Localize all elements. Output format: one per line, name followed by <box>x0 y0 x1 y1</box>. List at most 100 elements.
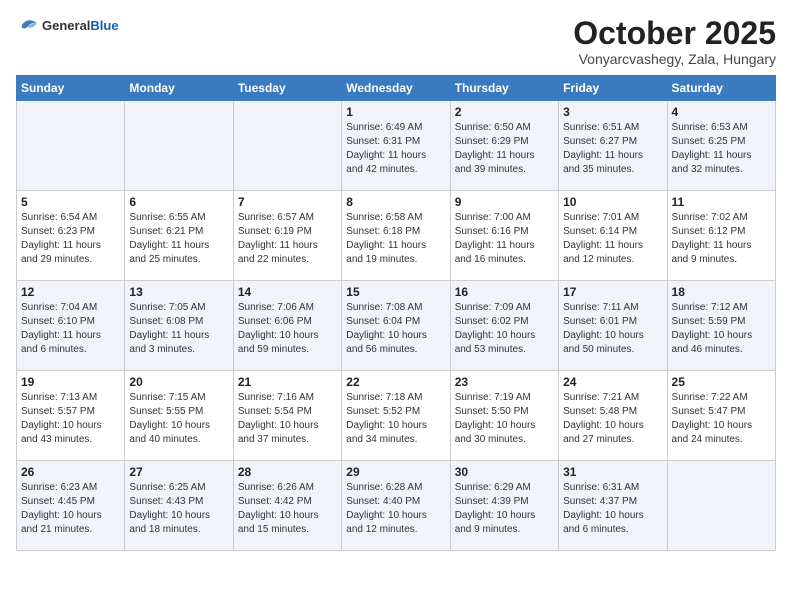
logo-icon <box>16 16 38 34</box>
day-info: Sunrise: 7:09 AMSunset: 6:02 PMDaylight:… <box>455 301 554 357</box>
calendar-cell: 12 Sunrise: 7:04 AMSunset: 6:10 PMDayligh… <box>17 281 125 371</box>
day-info: Sunrise: 6:28 AMSunset: 4:40 PMDaylight:… <box>346 481 445 537</box>
logo-blue-text: Blue <box>90 18 118 33</box>
day-header-wednesday: Wednesday <box>342 76 450 101</box>
day-number: 29 <box>346 465 445 479</box>
calendar-body: 1 Sunrise: 6:49 AMSunset: 6:31 PMDaylight… <box>17 101 776 551</box>
logo-general-text: General <box>42 18 90 33</box>
day-number: 9 <box>455 195 554 209</box>
day-info: Sunrise: 7:11 AMSunset: 6:01 PMDaylight:… <box>563 301 662 357</box>
day-info: Sunrise: 7:18 AMSunset: 5:52 PMDaylight:… <box>346 391 445 447</box>
day-number: 8 <box>346 195 445 209</box>
day-number: 24 <box>563 375 662 389</box>
day-number: 4 <box>672 105 771 119</box>
day-info: Sunrise: 7:21 AMSunset: 5:48 PMDaylight:… <box>563 391 662 447</box>
calendar-cell: 2 Sunrise: 6:50 AMSunset: 6:29 PMDaylight… <box>450 101 558 191</box>
day-header-sunday: Sunday <box>17 76 125 101</box>
day-info: Sunrise: 7:08 AMSunset: 6:04 PMDaylight:… <box>346 301 445 357</box>
page-header: General Blue October 2025 Vonyarcvashegy… <box>16 16 776 67</box>
day-number: 5 <box>21 195 120 209</box>
day-number: 10 <box>563 195 662 209</box>
calendar-cell: 27Sunrise: 6:25 AMSunset: 4:43 PMDayligh… <box>125 461 233 551</box>
day-info: Sunrise: 7:02 AMSunset: 6:12 PMDaylight:… <box>672 211 771 267</box>
day-number: 20 <box>129 375 228 389</box>
day-number: 2 <box>455 105 554 119</box>
day-info: Sunrise: 7:19 AMSunset: 5:50 PMDaylight:… <box>455 391 554 447</box>
logo: General Blue <box>16 16 119 34</box>
calendar-cell: 9 Sunrise: 7:00 AMSunset: 6:16 PMDaylight… <box>450 191 558 281</box>
day-header-tuesday: Tuesday <box>233 76 341 101</box>
day-number: 22 <box>346 375 445 389</box>
calendar-cell <box>125 101 233 191</box>
day-info: Sunrise: 6:23 AMSunset: 4:45 PMDaylight:… <box>21 481 120 537</box>
calendar-cell: 28Sunrise: 6:26 AMSunset: 4:42 PMDayligh… <box>233 461 341 551</box>
day-header-monday: Monday <box>125 76 233 101</box>
day-number: 23 <box>455 375 554 389</box>
day-number: 19 <box>21 375 120 389</box>
location-subtitle: Vonyarcvashegy, Zala, Hungary <box>573 51 776 67</box>
day-number: 14 <box>238 285 337 299</box>
calendar-cell: 5 Sunrise: 6:54 AMSunset: 6:23 PMDaylight… <box>17 191 125 281</box>
day-info: Sunrise: 6:58 AMSunset: 6:18 PMDaylight:… <box>346 211 445 267</box>
day-header-friday: Friday <box>559 76 667 101</box>
calendar-cell: 7 Sunrise: 6:57 AMSunset: 6:19 PMDaylight… <box>233 191 341 281</box>
day-number: 15 <box>346 285 445 299</box>
day-number: 17 <box>563 285 662 299</box>
calendar-cell: 22 Sunrise: 7:18 AMSunset: 5:52 PMDayligh… <box>342 371 450 461</box>
day-info: Sunrise: 7:05 AMSunset: 6:08 PMDaylight:… <box>129 301 228 357</box>
calendar-cell: 13 Sunrise: 7:05 AMSunset: 6:08 PMDayligh… <box>125 281 233 371</box>
day-info: Sunrise: 6:54 AMSunset: 6:23 PMDaylight:… <box>21 211 120 267</box>
calendar-week-row: 5 Sunrise: 6:54 AMSunset: 6:23 PMDaylight… <box>17 191 776 281</box>
calendar-cell: 23 Sunrise: 7:19 AMSunset: 5:50 PMDayligh… <box>450 371 558 461</box>
calendar-cell: 10Sunrise: 7:01 AMSunset: 6:14 PMDayligh… <box>559 191 667 281</box>
month-title: October 2025 <box>573 16 776 51</box>
day-number: 13 <box>129 285 228 299</box>
calendar-week-row: 26 Sunrise: 6:23 AMSunset: 4:45 PMDayligh… <box>17 461 776 551</box>
day-number: 30 <box>455 465 554 479</box>
day-number: 16 <box>455 285 554 299</box>
day-info: Sunrise: 7:22 AMSunset: 5:47 PMDaylight:… <box>672 391 771 447</box>
day-info: Sunrise: 6:53 AMSunset: 6:25 PMDaylight:… <box>672 121 771 177</box>
calendar-cell <box>17 101 125 191</box>
calendar-cell: 25 Sunrise: 7:22 AMSunset: 5:47 PMDayligh… <box>667 371 775 461</box>
calendar-cell: 26 Sunrise: 6:23 AMSunset: 4:45 PMDayligh… <box>17 461 125 551</box>
day-info: Sunrise: 6:49 AMSunset: 6:31 PMDaylight:… <box>346 121 445 177</box>
day-info: Sunrise: 6:57 AMSunset: 6:19 PMDaylight:… <box>238 211 337 267</box>
calendar-cell: 20Sunrise: 7:15 AMSunset: 5:55 PMDayligh… <box>125 371 233 461</box>
calendar-cell: 19Sunrise: 7:13 AMSunset: 5:57 PMDayligh… <box>17 371 125 461</box>
day-info: Sunrise: 6:50 AMSunset: 6:29 PMDaylight:… <box>455 121 554 177</box>
calendar-cell: 24 Sunrise: 7:21 AMSunset: 5:48 PMDayligh… <box>559 371 667 461</box>
calendar-week-row: 19Sunrise: 7:13 AMSunset: 5:57 PMDayligh… <box>17 371 776 461</box>
day-info: Sunrise: 6:25 AMSunset: 4:43 PMDaylight:… <box>129 481 228 537</box>
day-number: 11 <box>672 195 771 209</box>
calendar-cell <box>233 101 341 191</box>
calendar-cell: 11 Sunrise: 7:02 AMSunset: 6:12 PMDayligh… <box>667 191 775 281</box>
calendar-cell: 1 Sunrise: 6:49 AMSunset: 6:31 PMDaylight… <box>342 101 450 191</box>
day-info: Sunrise: 6:55 AMSunset: 6:21 PMDaylight:… <box>129 211 228 267</box>
day-number: 28 <box>238 465 337 479</box>
day-info: Sunrise: 6:29 AMSunset: 4:39 PMDaylight:… <box>455 481 554 537</box>
day-number: 12 <box>21 285 120 299</box>
calendar-cell: 31Sunrise: 6:31 AMSunset: 4:37 PMDayligh… <box>559 461 667 551</box>
calendar-cell: 17 Sunrise: 7:11 AMSunset: 6:01 PMDayligh… <box>559 281 667 371</box>
day-info: Sunrise: 7:00 AMSunset: 6:16 PMDaylight:… <box>455 211 554 267</box>
calendar-week-row: 12 Sunrise: 7:04 AMSunset: 6:10 PMDayligh… <box>17 281 776 371</box>
calendar-cell: 4 Sunrise: 6:53 AMSunset: 6:25 PMDaylight… <box>667 101 775 191</box>
day-number: 25 <box>672 375 771 389</box>
day-number: 1 <box>346 105 445 119</box>
day-number: 7 <box>238 195 337 209</box>
day-number: 6 <box>129 195 228 209</box>
calendar-cell: 29 Sunrise: 6:28 AMSunset: 4:40 PMDayligh… <box>342 461 450 551</box>
day-number: 26 <box>21 465 120 479</box>
day-number: 18 <box>672 285 771 299</box>
calendar-cell: 3Sunrise: 6:51 AMSunset: 6:27 PMDaylight… <box>559 101 667 191</box>
day-number: 21 <box>238 375 337 389</box>
day-info: Sunrise: 6:31 AMSunset: 4:37 PMDaylight:… <box>563 481 662 537</box>
title-block: October 2025 Vonyarcvashegy, Zala, Hunga… <box>573 16 776 67</box>
day-info: Sunrise: 7:16 AMSunset: 5:54 PMDaylight:… <box>238 391 337 447</box>
day-info: Sunrise: 7:06 AMSunset: 6:06 PMDaylight:… <box>238 301 337 357</box>
calendar-cell <box>667 461 775 551</box>
day-info: Sunrise: 6:51 AMSunset: 6:27 PMDaylight:… <box>563 121 662 177</box>
day-info: Sunrise: 7:04 AMSunset: 6:10 PMDaylight:… <box>21 301 120 357</box>
calendar-cell: 15 Sunrise: 7:08 AMSunset: 6:04 PMDayligh… <box>342 281 450 371</box>
